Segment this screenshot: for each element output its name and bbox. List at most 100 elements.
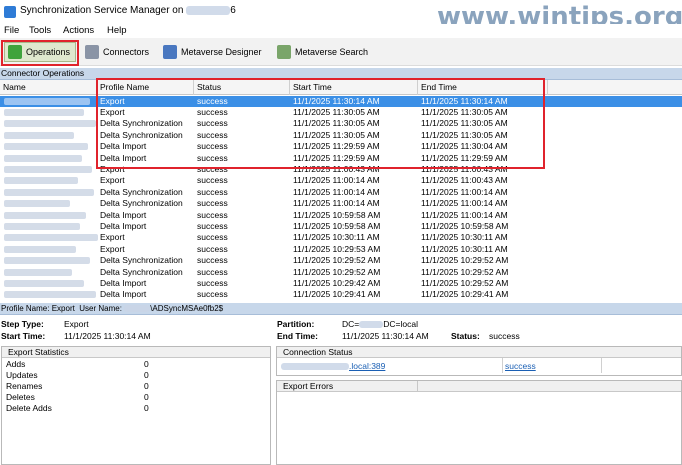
connection-status-panel: Connection Status .local:389 success [276, 346, 682, 376]
cell-profile-name: Delta Synchronization [100, 255, 183, 266]
cell-start-time: 11/1/2025 11:00:14 AM [293, 186, 380, 197]
cell-end-time: 11/1/2025 10:29:52 AM [421, 277, 509, 288]
table-row[interactable]: Delta Import success 11/1/2025 10:59:58 AM… [0, 210, 682, 221]
redacted-domain [124, 305, 151, 313]
cell-profile-name: Delta Synchronization [100, 198, 183, 209]
table-row[interactable]: Delta Import success 11/1/2025 10:29:41 AM… [0, 289, 682, 300]
menu-actions[interactable]: Actions [63, 25, 94, 36]
step-type-label: Step Type: [1, 319, 44, 329]
cell-profile-name: Export [100, 175, 125, 186]
partition-value: DC= DC=local [342, 319, 418, 329]
column-name[interactable]: Name [0, 80, 97, 95]
cell-start-time: 11/1/2025 10:29:52 AM [293, 255, 381, 266]
cell-profile-name: Delta Import [100, 220, 147, 231]
column-divider [601, 358, 602, 373]
end-time-value: 11/1/2025 11:30:14 AM [342, 331, 429, 341]
statistic-value: 0 [144, 392, 149, 402]
redacted-connector-name [4, 211, 86, 219]
redacted-connector-name [4, 154, 82, 162]
step-type-value: Export [64, 319, 89, 329]
connectors-button[interactable]: Connectors [82, 42, 152, 62]
details-pane: Profile Name: Export User Name: \ADSyncM… [0, 303, 682, 465]
cell-end-time: 11/1/2025 10:29:52 AM [421, 266, 509, 277]
connection-result-link[interactable]: success [505, 361, 536, 371]
statistic-value: 0 [144, 359, 149, 369]
statistic-label: Delete Adds [6, 403, 52, 413]
profile-bar: Profile Name: Export User Name: \ADSyncM… [0, 303, 682, 315]
redacted-connector-name [4, 165, 92, 173]
statistic-value: 0 [144, 370, 149, 380]
status-label: Status: [451, 331, 480, 341]
export-errors-panel: Export Errors [276, 380, 682, 465]
column-divider [502, 358, 503, 373]
cell-end-time: 11/1/2025 11:00:43 AM [421, 175, 508, 186]
table-row[interactable]: Export success 11/1/2025 11:00:14 AM 11/1/2… [0, 175, 682, 186]
cell-status: success [197, 186, 228, 197]
cell-end-time: 11/1/2025 10:29:41 AM [421, 289, 509, 300]
metaverse-designer-icon [163, 45, 177, 59]
cell-end-time: 11/1/2025 11:00:14 AM [421, 198, 508, 209]
cell-profile-name: Delta Import [100, 289, 147, 300]
export-statistics-list: Adds 0 Updates 0 Renames 0 Deletes 0 Delete Adds… [2, 358, 270, 414]
column-divider [417, 381, 418, 392]
cell-profile-name: Delta Import [100, 277, 147, 288]
cell-status: success [197, 209, 228, 220]
statistic-row: Deletes 0 [2, 392, 270, 403]
cell-start-time: 11/1/2025 10:29:42 AM [293, 277, 381, 288]
statistic-label: Renames [6, 381, 43, 391]
table-row[interactable]: Export success 11/1/2025 10:29:53 AM 11/1/2… [0, 244, 682, 255]
table-row[interactable]: Delta Synchronization success 11/1/2025 11… [0, 187, 682, 198]
table-row[interactable]: Delta Synchronization success 11/1/2025 10… [0, 255, 682, 266]
toolbar: Operations Connectors Metaverse Designer… [0, 38, 682, 66]
redacted-connector-name [4, 188, 94, 196]
redacted-connector-name [4, 143, 88, 151]
cell-profile-name: Delta Import [100, 209, 147, 220]
table-row[interactable]: Delta Import success 11/1/2025 10:59:58 AM… [0, 221, 682, 232]
cell-start-time: 11/1/2025 11:00:14 AM [293, 175, 380, 186]
cell-profile-name: Delta Synchronization [100, 266, 183, 277]
status-value: success [489, 331, 520, 341]
export-errors-title: Export Errors [277, 381, 681, 392]
table-row[interactable]: Delta Synchronization success 11/1/2025 11… [0, 198, 682, 209]
menu-tools[interactable]: Tools [29, 25, 51, 36]
redacted-connector-name [4, 222, 80, 230]
menu-file[interactable]: File [4, 25, 19, 36]
recent-runs-highlight [96, 78, 545, 169]
menu-bar: File Tools Actions Help [0, 24, 682, 38]
table-row[interactable]: Delta Import success 11/1/2025 10:29:42 AM… [0, 278, 682, 289]
cell-start-time: 11/1/2025 10:59:58 AM [293, 220, 381, 231]
redacted-connector-name [4, 131, 74, 139]
cell-profile-name: Export [100, 243, 125, 254]
connection-server-link[interactable]: .local:389 [281, 361, 385, 371]
statistic-row: Updates 0 [2, 370, 270, 381]
export-statistics-title: Export Statistics [2, 347, 270, 358]
statistic-row: Adds 0 [2, 359, 270, 370]
statistic-label: Adds [6, 359, 26, 369]
start-time-label: Start Time: [1, 331, 46, 341]
table-row[interactable]: Export success 11/1/2025 10:30:11 AM 11/1/2… [0, 232, 682, 243]
cell-start-time: 11/1/2025 11:00:14 AM [293, 198, 380, 209]
connection-status-row: .local:389 success [277, 358, 681, 373]
cell-status: success [197, 198, 228, 209]
metaverse-search-icon [277, 45, 291, 59]
redacted-connector-name [4, 279, 84, 287]
table-row[interactable]: Delta Synchronization success 11/1/2025 10… [0, 267, 682, 278]
cell-status: success [197, 232, 228, 243]
metaverse-designer-button[interactable]: Metaverse Designer [160, 42, 265, 62]
cell-start-time: 11/1/2025 10:29:53 AM [293, 243, 381, 254]
cell-end-time: 11/1/2025 10:30:11 AM [421, 232, 508, 243]
redacted-connector-name [4, 97, 90, 105]
partition-label: Partition: [277, 319, 315, 329]
redacted-connector-name [4, 268, 72, 276]
connection-status-title: Connection Status [277, 347, 681, 358]
menu-help[interactable]: Help [107, 25, 127, 36]
redacted-connector-name [4, 257, 90, 265]
cell-status: success [197, 255, 228, 266]
cell-status: success [197, 175, 228, 186]
cell-end-time: 11/1/2025 11:00:14 AM [421, 186, 508, 197]
app-icon [4, 6, 16, 18]
cell-end-time: 11/1/2025 10:59:58 AM [421, 220, 509, 231]
window-title: Synchronization Service Manager on 6 [20, 5, 236, 16]
metaverse-search-button[interactable]: Metaverse Search [274, 42, 371, 62]
cell-status: success [197, 266, 228, 277]
